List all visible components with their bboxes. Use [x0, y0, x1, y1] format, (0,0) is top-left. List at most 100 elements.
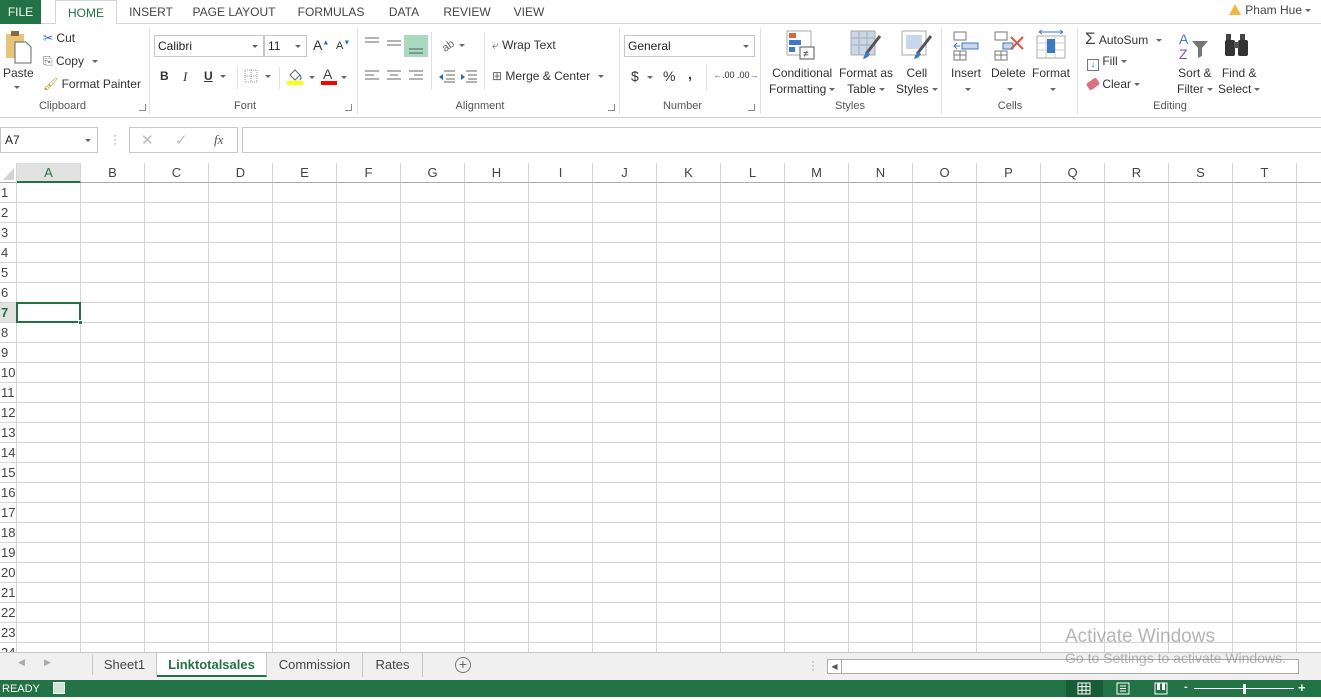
enter-check-icon[interactable]: ✓ [175, 131, 188, 149]
font-size-select[interactable]: 11 [264, 35, 307, 57]
scroll-sheets-right-icon[interactable]: ▶ [44, 657, 51, 668]
sort-filter-button[interactable]: Sort & Filter [1177, 65, 1213, 97]
column-header-b[interactable]: B [81, 163, 145, 183]
row-header-21[interactable]: 21 [0, 583, 17, 603]
worksheet-grid[interactable]: A B C D E F G H I J K L M N O P Q R S T 1 2 3 4 5 6 7 8 9 10 11 12 13 14 1… [0, 163, 1321, 652]
orientation-button[interactable]: ab [440, 36, 468, 55]
cell-styles-button[interactable]: Cell Styles [896, 65, 938, 97]
select-all-button[interactable] [0, 163, 17, 183]
tab-splitter-handle[interactable]: · · · [811, 655, 815, 675]
wrap-text-button[interactable]: ⤶ Wrap Text [492, 38, 556, 53]
column-header-d[interactable]: D [209, 163, 273, 183]
font-color-button[interactable]: A [320, 66, 350, 89]
row-header-20[interactable]: 20 [0, 563, 17, 583]
formula-input[interactable] [242, 127, 1321, 153]
row-header-16[interactable]: 16 [0, 483, 17, 503]
scroll-left-arrow-icon[interactable]: ◀ [828, 660, 842, 673]
align-left-button[interactable] [364, 69, 380, 86]
column-header-j[interactable]: J [593, 163, 657, 183]
column-header-m[interactable]: M [785, 163, 849, 183]
row-header-5[interactable]: 5 [0, 263, 17, 283]
align-middle-button[interactable] [386, 36, 402, 53]
row-header-24[interactable]: 24 [0, 643, 17, 652]
paste-label[interactable]: Paste [3, 66, 34, 80]
column-header-i[interactable]: I [529, 163, 593, 183]
add-sheet-button[interactable]: + [455, 657, 471, 673]
page-break-view-button[interactable] [1152, 680, 1172, 697]
currency-button[interactable]: $ [631, 68, 653, 84]
tab-file[interactable]: FILE [0, 0, 41, 24]
underline-button[interactable]: U [204, 69, 226, 83]
fill-color-button[interactable] [286, 66, 318, 89]
cancel-icon[interactable]: ✕ [141, 131, 154, 149]
row-header-8[interactable]: 8 [0, 323, 17, 343]
column-header-f[interactable]: F [337, 163, 401, 183]
column-header-o[interactable]: O [913, 163, 977, 183]
scroll-sheets-left-icon[interactable]: ◀ [18, 657, 25, 668]
column-header-e[interactable]: E [273, 163, 337, 183]
format-painter-button[interactable]: 🖌 Format Painter [43, 77, 141, 91]
align-right-button[interactable] [408, 69, 424, 86]
font-launcher-icon[interactable] [345, 104, 352, 111]
format-as-table-button[interactable]: Format as Table [839, 65, 893, 97]
row-header-14[interactable]: 14 [0, 443, 17, 463]
column-header-h[interactable]: H [465, 163, 529, 183]
row-header-18[interactable]: 18 [0, 523, 17, 543]
paste-dropdown-icon[interactable] [14, 86, 20, 89]
tab-data[interactable]: DATA [384, 0, 424, 24]
font-name-select[interactable]: Calibri [154, 35, 264, 57]
merge-center-button[interactable]: ⊞ Merge & Center [492, 69, 605, 83]
tab-page-layout[interactable]: PAGE LAYOUT [190, 0, 278, 24]
increase-decimal-button[interactable]: ←.00 [713, 70, 735, 80]
zoom-slider-thumb[interactable] [1243, 684, 1246, 694]
column-header-g[interactable]: G [401, 163, 465, 183]
column-header-q[interactable]: Q [1041, 163, 1105, 183]
row-header-12[interactable]: 12 [0, 403, 17, 423]
column-header-p[interactable]: P [977, 163, 1041, 183]
row-header-13[interactable]: 13 [0, 423, 17, 443]
paste-button[interactable] [5, 30, 33, 67]
row-header-22[interactable]: 22 [0, 603, 17, 623]
tab-formulas[interactable]: FORMULAS [292, 0, 370, 24]
borders-button[interactable] [244, 69, 274, 86]
column-header-l[interactable]: L [721, 163, 785, 183]
format-button[interactable]: Format [1032, 65, 1070, 97]
conditional-formatting-button[interactable]: Conditional Formatting [769, 65, 836, 97]
align-bottom-button[interactable] [404, 35, 428, 57]
row-header-1[interactable]: 1 [0, 183, 17, 203]
decrease-decimal-button[interactable]: .00→ [737, 70, 759, 80]
increase-indent-button[interactable] [460, 69, 478, 86]
column-header-a[interactable]: A [17, 163, 81, 183]
fill-button[interactable]: ↓ Fill [1087, 54, 1127, 71]
insert-function-button[interactable]: fx [214, 132, 223, 148]
tab-insert[interactable]: INSERT [124, 0, 178, 24]
column-header-t[interactable]: T [1233, 163, 1297, 183]
sheet-tab-sheet1[interactable]: Sheet1 [93, 653, 157, 677]
zoom-in-button[interactable]: + [1298, 680, 1306, 695]
row-header-2[interactable]: 2 [0, 203, 17, 223]
zoom-out-button[interactable]: - [1184, 681, 1188, 693]
bold-button[interactable]: B [160, 69, 169, 83]
normal-view-button[interactable] [1066, 680, 1103, 697]
comma-style-button[interactable]: , [688, 66, 692, 82]
formula-bar-resize-handle[interactable]: · · · [113, 129, 117, 149]
clear-button[interactable]: Clear [1085, 77, 1141, 91]
row-header-9[interactable]: 9 [0, 343, 17, 363]
row-header-23[interactable]: 23 [0, 623, 17, 643]
column-header-c[interactable]: C [145, 163, 209, 183]
alignment-launcher-icon[interactable] [608, 104, 615, 111]
number-format-select[interactable]: General [624, 35, 755, 57]
row-header-15[interactable]: 15 [0, 463, 17, 483]
tab-review[interactable]: REVIEW [440, 0, 494, 24]
row-header-3[interactable]: 3 [0, 223, 17, 243]
row-header-10[interactable]: 10 [0, 363, 17, 383]
active-cell[interactable] [16, 302, 81, 323]
row-header-7[interactable]: 7 [0, 303, 17, 323]
insert-button[interactable]: Insert [951, 65, 981, 97]
clipboard-launcher-icon[interactable] [139, 104, 146, 111]
user-account[interactable]: Pham Hue [1229, 3, 1311, 17]
align-center-button[interactable] [386, 69, 402, 86]
macro-recording-icon[interactable] [53, 682, 65, 694]
row-header-17[interactable]: 17 [0, 503, 17, 523]
autosum-button[interactable]: Σ AutoSum [1085, 29, 1163, 49]
